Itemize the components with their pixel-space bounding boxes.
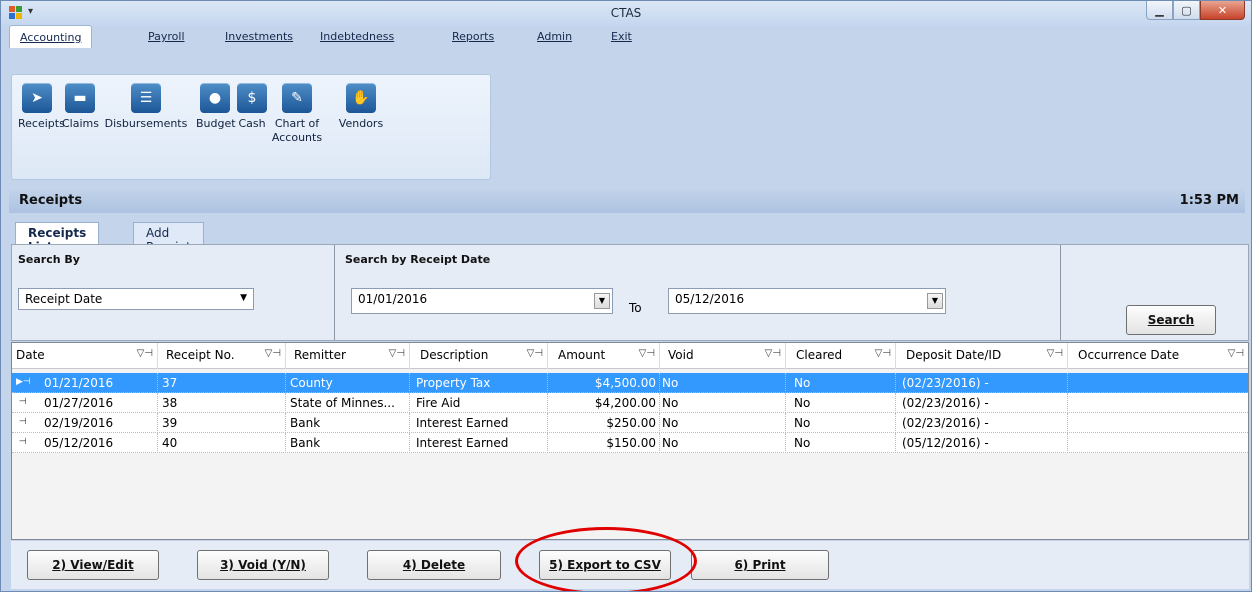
search-by-label: Search By bbox=[18, 253, 80, 266]
chart-of-accounts-icon: ✎ bbox=[282, 83, 312, 113]
filter-pin-icon[interactable]: ▽⊣ bbox=[875, 348, 891, 359]
claims-icon: ▬ bbox=[65, 83, 95, 113]
menu-reports[interactable]: Reports bbox=[452, 25, 494, 48]
from-date-picker[interactable]: 01/01/2016 ▼ bbox=[351, 288, 613, 314]
ribbon-budget[interactable]: ● Budget bbox=[196, 83, 236, 131]
col-receipt-no[interactable]: Receipt No. ▽⊣ bbox=[158, 343, 286, 369]
ribbon-receipts[interactable]: ➤ Receipts bbox=[18, 83, 65, 131]
tab-receipts-list[interactable]: Receipts List bbox=[15, 222, 100, 254]
ribbon-cash[interactable]: $ Cash bbox=[236, 83, 268, 131]
table-row[interactable]: ⊣ 01/27/2016 38 State of Minnes... Fire … bbox=[12, 393, 1248, 413]
vendors-handshake-icon: ✋ bbox=[346, 83, 376, 113]
delete-button[interactable]: 4) Delete bbox=[367, 550, 501, 580]
col-remitter[interactable]: Remitter ▽⊣ bbox=[286, 343, 410, 369]
ctas-window: ▾ CTAS ▁ ▢ ✕ Accounting Payroll Investme… bbox=[0, 0, 1252, 592]
col-cleared[interactable]: Cleared ▽⊣ bbox=[786, 343, 896, 369]
tab-add-receipt[interactable]: Add Receipt bbox=[133, 222, 204, 254]
grid-header: Date ▽⊣ Receipt No. ▽⊣ Remitter ▽⊣ Descript… bbox=[12, 343, 1248, 369]
col-date[interactable]: Date ▽⊣ bbox=[12, 343, 158, 369]
filter-pin-icon[interactable]: ▽⊣ bbox=[639, 348, 655, 359]
maximize-button[interactable]: ▢ bbox=[1173, 1, 1200, 20]
row-pin-icon[interactable]: ⊣ bbox=[12, 433, 44, 453]
row-pin-icon[interactable]: ▶⊣ bbox=[12, 373, 44, 393]
col-description[interactable]: Description ▽⊣ bbox=[410, 343, 548, 369]
table-row[interactable]: ⊣ 05/12/2016 40 Bank Interest Earned $15… bbox=[12, 433, 1248, 453]
window-controls: ▁ ▢ ✕ bbox=[1146, 1, 1245, 20]
receipts-grid: Date ▽⊣ Receipt No. ▽⊣ Remitter ▽⊣ Descript… bbox=[11, 342, 1249, 540]
filter-pin-icon[interactable]: ▽⊣ bbox=[137, 348, 153, 359]
ribbon-chart-of-accounts[interactable]: ✎ Chart of Accounts bbox=[268, 83, 326, 145]
col-amount[interactable]: Amount ▽⊣ bbox=[548, 343, 660, 369]
filter-pin-icon[interactable]: ▽⊣ bbox=[1228, 348, 1244, 359]
print-button[interactable]: 6) Print bbox=[691, 550, 829, 580]
menu-investments[interactable]: Investments bbox=[225, 25, 293, 48]
filter-pin-icon[interactable]: ▽⊣ bbox=[389, 348, 405, 359]
table-row[interactable]: ⊣ 02/19/2016 39 Bank Interest Earned $25… bbox=[12, 413, 1248, 433]
close-button[interactable]: ✕ bbox=[1200, 1, 1245, 20]
col-deposit-date[interactable]: Deposit Date/ID ▽⊣ bbox=[896, 343, 1068, 369]
row-pin-icon[interactable]: ⊣ bbox=[12, 413, 44, 433]
search-by-select[interactable]: Receipt Date ▼ bbox=[18, 288, 254, 310]
filter-pin-icon[interactable]: ▽⊣ bbox=[527, 348, 543, 359]
filter-pin-icon[interactable]: ▽⊣ bbox=[265, 348, 281, 359]
table-row[interactable]: ▶⊣ 01/21/2016 37 County Property Tax $4,… bbox=[12, 373, 1248, 393]
window-title: CTAS bbox=[610, 6, 642, 20]
to-label: To bbox=[629, 301, 642, 315]
accounting-ribbon: ➤ Receipts ▬ Claims ☰ Disbursements ● Bu… bbox=[11, 74, 491, 180]
minimize-icon: ▁ bbox=[1155, 3, 1164, 17]
calendar-dropdown-icon[interactable]: ▼ bbox=[927, 293, 943, 309]
filter-pin-icon[interactable]: ▽⊣ bbox=[765, 348, 781, 359]
ribbon-vendors[interactable]: ✋ Vendors bbox=[338, 83, 384, 131]
highlight-circle bbox=[515, 527, 697, 591]
void-button[interactable]: 3) Void (Y/N) bbox=[197, 550, 329, 580]
clock-time: 1:53 PM bbox=[1179, 193, 1239, 208]
dropdown-arrow-icon: ▼ bbox=[240, 293, 247, 303]
calendar-dropdown-icon[interactable]: ▼ bbox=[594, 293, 610, 309]
search-date-label: Search by Receipt Date bbox=[345, 253, 491, 266]
receipts-section-header: Receipts 1:53 PM bbox=[9, 189, 1245, 213]
close-icon: ✕ bbox=[1217, 3, 1228, 17]
title-bar: ▾ CTAS ▁ ▢ ✕ bbox=[1, 1, 1251, 27]
menu-payroll[interactable]: Payroll bbox=[148, 25, 185, 48]
menu-admin[interactable]: Admin bbox=[537, 25, 572, 48]
receipts-icon: ➤ bbox=[22, 83, 52, 113]
ribbon-disbursements[interactable]: ☰ Disbursements bbox=[104, 83, 188, 131]
view-edit-button[interactable]: 2) View/Edit bbox=[27, 550, 159, 580]
disbursements-icon: ☰ bbox=[131, 83, 161, 113]
filter-pin-icon[interactable]: ▽⊣ bbox=[1047, 348, 1063, 359]
cash-icon: $ bbox=[237, 83, 267, 113]
menu-accounting[interactable]: Accounting bbox=[9, 25, 93, 48]
menu-exit[interactable]: Exit bbox=[611, 25, 632, 48]
col-occurrence-date[interactable]: Occurrence Date ▽⊣ bbox=[1068, 343, 1248, 369]
section-title: Receipts bbox=[19, 193, 83, 208]
to-date-picker[interactable]: 05/12/2016 ▼ bbox=[668, 288, 946, 314]
search-button[interactable]: Search bbox=[1126, 305, 1216, 335]
maximize-icon: ▢ bbox=[1181, 3, 1192, 17]
ribbon-claims[interactable]: ▬ Claims bbox=[62, 83, 99, 131]
minimize-button[interactable]: ▁ bbox=[1146, 1, 1173, 20]
row-pin-icon[interactable]: ⊣ bbox=[12, 393, 44, 413]
budget-piggy-icon: ● bbox=[200, 83, 230, 113]
search-panel: Search By Receipt Date ▼ Search by Recei… bbox=[11, 244, 1249, 341]
menu-bar: Accounting Payroll Investments Indebtedn… bbox=[9, 25, 1245, 73]
col-void[interactable]: Void ▽⊣ bbox=[660, 343, 786, 369]
menu-indebtedness[interactable]: Indebtedness bbox=[320, 25, 394, 48]
